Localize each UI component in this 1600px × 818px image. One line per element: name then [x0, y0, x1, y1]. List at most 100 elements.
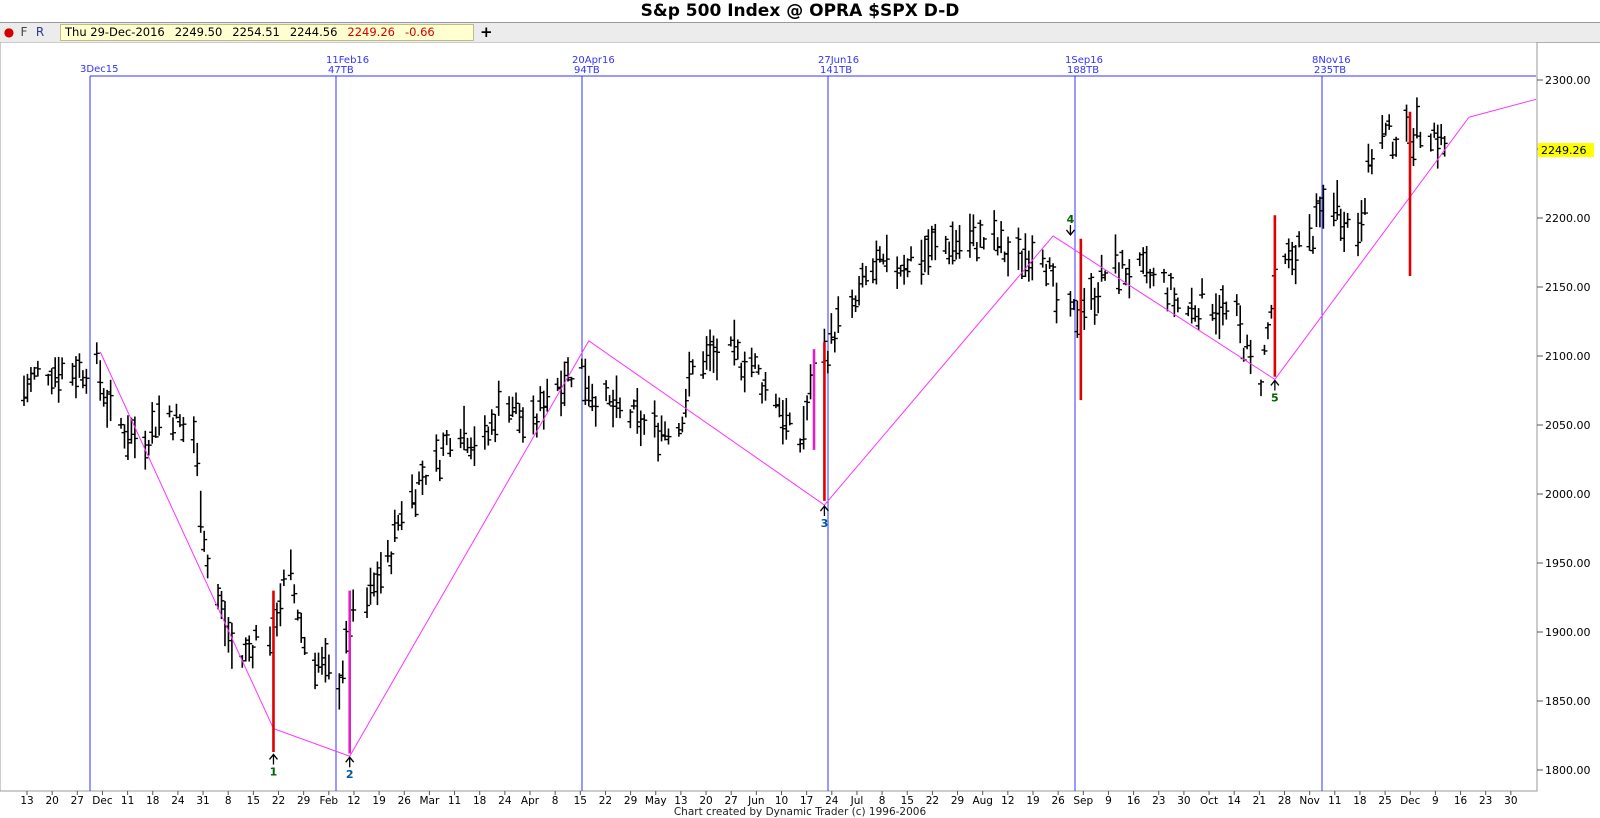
cycle-date-label: 3Dec15	[80, 64, 118, 75]
x-tick-label: Aug	[972, 795, 993, 806]
plot-area	[0, 42, 1538, 792]
pivot-label: 3	[821, 517, 829, 530]
x-tick-label: Nov	[1299, 795, 1320, 806]
x-tick-label: Jul	[850, 795, 864, 806]
x-tick-label: Apr	[521, 795, 540, 806]
x-tick-label: 23	[1152, 795, 1165, 806]
y-tick-label: 1950.00	[1545, 557, 1591, 570]
time-axis: 13 20 27 Dec 11 18 24 31 8 15 22 29 Feb 12 19 26 Mar 11 18…	[20, 791, 1518, 806]
pivot-label: 2	[346, 768, 354, 781]
x-tick-label: 8	[552, 795, 559, 806]
y-tick-label: 2000.00	[1545, 488, 1591, 501]
x-tick-label: 8	[879, 795, 886, 806]
x-tick-label: 18	[146, 795, 159, 806]
x-tick-label: 19	[372, 795, 385, 806]
x-tick-label: 19	[1026, 795, 1039, 806]
x-tick-label: 16	[1454, 795, 1468, 806]
price-chart[interactable]: 1800.00 1850.00 1900.00 1950.00 2000.00 2050.…	[0, 42, 1600, 806]
x-tick-label: 31	[196, 795, 209, 806]
x-tick-label: Feb	[320, 795, 339, 806]
x-tick-label: 28	[1278, 795, 1291, 806]
x-tick-label: 22	[926, 795, 939, 806]
x-tick-label: 15	[574, 795, 587, 806]
x-tick-label: Dec	[92, 795, 113, 806]
r-button[interactable]: R	[33, 24, 47, 40]
x-tick-label: Dec	[1400, 795, 1421, 806]
f-button[interactable]: F	[17, 24, 31, 40]
x-tick-label: 18	[473, 795, 486, 806]
pivot-label: 1	[270, 765, 278, 778]
x-tick-label: 29	[951, 795, 964, 806]
x-tick-label: 27	[725, 795, 738, 806]
quote-change: -0.66	[404, 25, 435, 39]
chart-footer: Chart created by Dynamic Trader (c) 1996…	[673, 806, 927, 818]
x-tick-label: 29	[624, 795, 637, 806]
x-tick-label: May	[645, 795, 667, 806]
x-tick-label: 8	[225, 795, 232, 806]
cycle-count-label: 235TB	[1314, 65, 1346, 76]
x-tick-label: Sep	[1073, 795, 1093, 806]
x-tick-label: 30	[1177, 795, 1190, 806]
x-tick-label: Jun	[747, 795, 764, 806]
quote-low: 2244.56	[289, 25, 338, 39]
y-tick-label: 1850.00	[1545, 695, 1591, 708]
x-tick-label: 16	[1127, 795, 1141, 806]
quote-toolbar: ● F R Thu 29-Dec-2016 2249.50 2254.51 2244.…	[0, 23, 1600, 43]
cycle-count-label: 47TB	[328, 65, 354, 76]
x-tick-label: 27	[71, 795, 84, 806]
x-tick-label: Oct	[1200, 795, 1218, 806]
x-tick-label: 21	[1253, 795, 1266, 806]
x-tick-label: 12	[347, 795, 360, 806]
cycle-count-label: 141TB	[820, 65, 852, 76]
quote-date: Thu 29-Dec-2016	[65, 25, 165, 39]
y-tick-label: 2100.00	[1545, 350, 1591, 363]
y-tick-label: 2300.00	[1545, 74, 1591, 87]
x-tick-label: 20	[45, 795, 58, 806]
x-tick-label: 24	[825, 795, 839, 806]
x-tick-label: 13	[20, 795, 33, 806]
quote-readout: Thu 29-Dec-2016 2249.50 2254.51 2244.56 2249…	[60, 24, 474, 41]
y-tick-label: 2150.00	[1545, 281, 1591, 294]
x-tick-label: 15	[247, 795, 260, 806]
last-price-label: 2249.26	[1541, 144, 1587, 157]
x-tick-label: 12	[1001, 795, 1014, 806]
x-tick-label: 18	[1353, 795, 1366, 806]
x-tick-label: 24	[171, 795, 185, 806]
x-tick-label: 9	[1105, 795, 1112, 806]
y-tick-label: 1800.00	[1545, 764, 1591, 777]
x-tick-label: 26	[1051, 795, 1065, 806]
x-tick-label: 11	[1328, 795, 1341, 806]
pivot-label: 4	[1067, 213, 1075, 226]
quote-high: 2254.51	[232, 25, 280, 39]
x-tick-label: 25	[1378, 795, 1391, 806]
x-tick-label: 10	[775, 795, 788, 806]
x-tick-label: 29	[297, 795, 310, 806]
x-tick-label: 22	[599, 795, 612, 806]
x-tick-label: 22	[272, 795, 285, 806]
x-tick-label: 15	[901, 795, 914, 806]
chart-title: S&p 500 Index @ OPRA $SPX D-D	[640, 1, 960, 21]
chart-title-bar: S&p 500 Index @ OPRA $SPX D-D	[0, 0, 1600, 23]
y-tick-label: 2200.00	[1545, 212, 1591, 225]
x-tick-label: 30	[1504, 795, 1517, 806]
x-tick-label: 20	[699, 795, 712, 806]
x-tick-label: 13	[674, 795, 687, 806]
x-tick-label: 23	[1479, 795, 1492, 806]
y-tick-label: 1900.00	[1545, 626, 1591, 639]
y-tick-label: 2050.00	[1545, 419, 1591, 432]
quote-close: 2249.26	[347, 25, 395, 39]
x-tick-label: 9	[1432, 795, 1439, 806]
add-button[interactable]: +	[480, 23, 493, 41]
record-button[interactable]: ●	[2, 24, 16, 40]
cycle-count-label: 188TB	[1067, 65, 1099, 76]
x-tick-label: 24	[498, 795, 512, 806]
x-tick-label: Mar	[419, 795, 439, 806]
x-tick-label: 11	[448, 795, 461, 806]
x-tick-label: 14	[1228, 795, 1242, 806]
x-tick-label: 26	[398, 795, 412, 806]
x-tick-label: 11	[121, 795, 134, 806]
quote-open: 2249.50	[174, 25, 223, 39]
pivot-label: 5	[1271, 391, 1279, 404]
price-axis: 1800.00 1850.00 1900.00 1950.00 2000.00 2050.…	[1537, 74, 1591, 777]
x-tick-label: 17	[800, 795, 813, 806]
